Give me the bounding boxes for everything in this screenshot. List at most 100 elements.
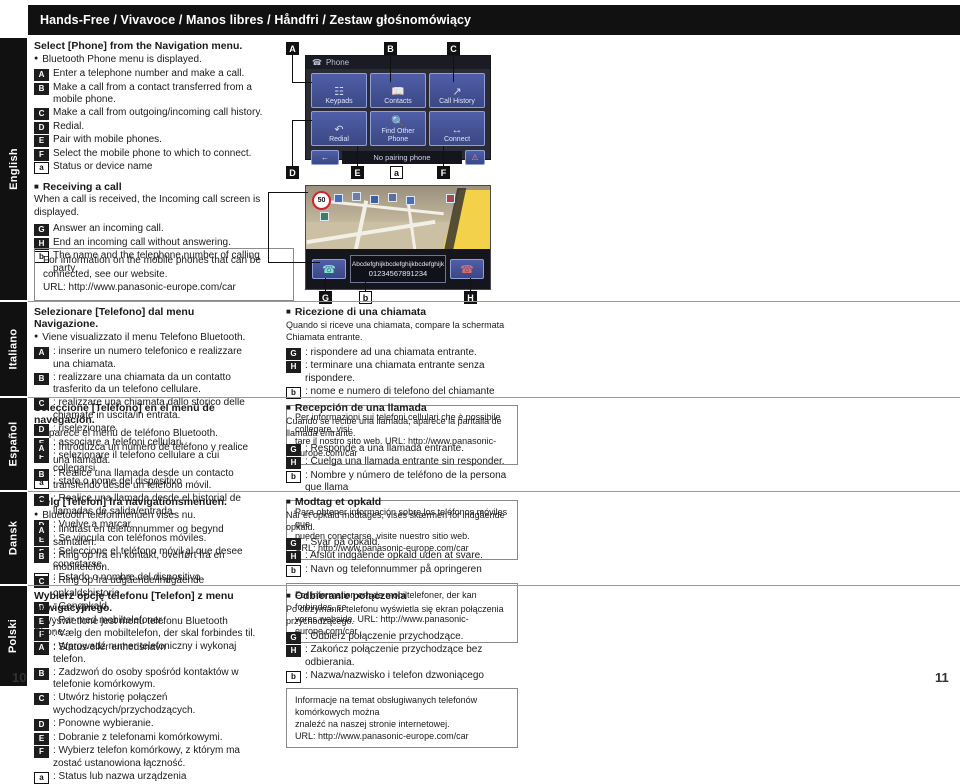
speed-limit-icon: 50 bbox=[312, 191, 331, 210]
key-marker-A: A bbox=[34, 69, 49, 81]
key-list-item: A: inserire un numero telefonico e reali… bbox=[34, 346, 260, 371]
polski-key-list: A: Wprowadź numer telefoniczny i wykonaj… bbox=[34, 641, 260, 784]
key-description: Select the mobile phone to which to conn… bbox=[53, 147, 252, 159]
key-marker-G: G bbox=[286, 537, 301, 550]
map-poi-icon bbox=[334, 194, 343, 203]
device-screen-phone-menu: ☎ Phone ☷ Keypads 📖 Contacts ↗ Call Hist… bbox=[305, 55, 491, 165]
key-marker-G: G bbox=[286, 443, 301, 456]
key-marker-D: D bbox=[34, 719, 49, 732]
key-list-item: B Make a call from a contact transferred … bbox=[34, 82, 284, 107]
caller-name: Abcdefghijkbcdefghijkbcdefghijk bbox=[351, 261, 445, 268]
call-history-button[interactable]: ↗ Call History bbox=[429, 73, 485, 108]
key-marker-H: H bbox=[286, 551, 301, 564]
english-note-lines: For information on the mobile phones tha… bbox=[43, 254, 285, 295]
english-key-list: A Enter a telephone number and make a cal… bbox=[34, 68, 284, 175]
keypads-button[interactable]: ☷ Keypads bbox=[311, 73, 367, 108]
italiano-heading: Selezionare [Telefono] dal menu Navigazi… bbox=[34, 306, 195, 330]
language-tab-italiano: Italiano bbox=[0, 302, 27, 396]
back-arrow-icon[interactable]: ← bbox=[311, 150, 339, 165]
phone-menu-footer: ← No pairing phone ⚠ bbox=[306, 148, 490, 168]
connect-icon: ↔ bbox=[451, 123, 463, 136]
marker-E: E bbox=[351, 166, 364, 179]
warning-icon[interactable]: ⚠ bbox=[465, 150, 485, 165]
key-list-item: B: Ring op fra en kontakt, overført fra … bbox=[34, 550, 260, 575]
language-tab-italiano-label: Italiano bbox=[7, 328, 20, 370]
map-poi-icon bbox=[446, 194, 455, 203]
contacts-book-icon: 📖 bbox=[391, 85, 405, 98]
polski-sub-heading: Odbieranie połączenia bbox=[286, 590, 518, 602]
caller-number: 01234567891234 bbox=[368, 269, 428, 278]
map-poi-icon bbox=[370, 195, 379, 204]
connect-button[interactable]: ↔ Connect bbox=[429, 111, 485, 146]
key-marker-G: G bbox=[286, 631, 301, 644]
connect-button-label: Connect bbox=[443, 135, 471, 143]
phone-screen-icon: ☎ bbox=[312, 58, 322, 67]
key-description: : Afslut indgående opkald uden at svare. bbox=[305, 550, 483, 562]
divider-dansk bbox=[28, 491, 960, 492]
espanol-bullet: Aparece el menú de teléfono Bluetooth. bbox=[34, 428, 260, 439]
english-sub-text: When a call is received, the Incoming ca… bbox=[34, 194, 261, 218]
key-list-item: C: Utwórz historię połączeń wychodzących… bbox=[34, 692, 260, 717]
language-tab-polski-label: Polski bbox=[7, 618, 20, 654]
key-list-item: E: Dobranie z telefonami komórkowymi. bbox=[34, 732, 260, 745]
note-line: Informacje na temat obsługiwanych telefo… bbox=[295, 695, 478, 717]
key-marker-C: C bbox=[34, 108, 49, 121]
espanol-sub-text: Cuando se recibe una llamada, aparece la… bbox=[286, 416, 502, 439]
italiano-bullet: Viene visualizzato il menu Telefono Blue… bbox=[34, 332, 260, 343]
section-polski-left: Wybierz opcję telefonu [Telefon] z menu … bbox=[34, 590, 260, 784]
key-list-item: D Redial. bbox=[34, 121, 284, 134]
leader-line-g bbox=[325, 278, 326, 292]
leader-line-c bbox=[453, 56, 454, 82]
language-tab-espanol: Español bbox=[0, 398, 27, 490]
marker-C: C bbox=[447, 42, 460, 55]
marker-B: B bbox=[384, 42, 397, 55]
key-marker-B: B bbox=[34, 372, 49, 385]
key-list-item: A: Iindtast en telefonnummer og begynd s… bbox=[34, 524, 260, 549]
key-list-item: H : Afslut indgående opkald uden at svare… bbox=[286, 550, 518, 564]
key-list-item: B : Zadzwoń do osoby spośród kontaktów w … bbox=[34, 667, 260, 692]
contacts-button[interactable]: 📖 Contacts bbox=[370, 73, 426, 108]
key-description: : realizzare una chiamata da un contatto… bbox=[53, 371, 231, 396]
key-list-item: H: Zakończ połączenie przychodzące bez o… bbox=[286, 644, 518, 669]
leader-line-h bbox=[470, 278, 471, 292]
note-line: For information on the mobile phones tha… bbox=[43, 255, 261, 266]
key-description: : Zadzwoń do osoby spośród kontaktów w t… bbox=[53, 666, 239, 691]
key-description: : terminare una chiamata entrante senza … bbox=[305, 360, 485, 384]
key-list-item: G: Responde a una llamada entrante. bbox=[286, 443, 518, 456]
dansk-heading: Vælg [Telefon] fra navigationsmenuen. bbox=[34, 496, 227, 508]
map-poi-icon bbox=[352, 192, 361, 201]
key-list-item: A: Introduzca un número de teléfono y re… bbox=[34, 442, 260, 467]
marker-F: F bbox=[437, 166, 450, 179]
english-note-box: For information on the mobile phones tha… bbox=[34, 248, 294, 301]
key-marker-C: C bbox=[34, 576, 49, 589]
key-marker-F: F bbox=[34, 746, 49, 759]
key-list-item: E Pair with mobile phones. bbox=[34, 134, 284, 148]
key-description: Pair with mobile phones. bbox=[53, 134, 162, 146]
divider-italiano bbox=[28, 301, 960, 302]
map-poi-icon bbox=[320, 212, 329, 221]
italiano-sub-heading: Ricezione di una chiamata bbox=[286, 306, 518, 318]
key-description: Enter a telephone number and make a call… bbox=[53, 68, 245, 79]
key-list-item: a: Status lub nazwa urządzenia bbox=[34, 771, 260, 784]
polski-note-lines: Informacje na temat obsługiwanych telefo… bbox=[295, 694, 509, 742]
key-list-item: A Enter a telephone number and make a cal… bbox=[34, 68, 284, 81]
marker-A: A bbox=[286, 42, 299, 55]
end-call-icon[interactable]: ☎ bbox=[450, 259, 484, 279]
map-poi-icon bbox=[406, 196, 415, 205]
find-other-phone-button[interactable]: 🔍 Find Other Phone bbox=[370, 111, 426, 146]
key-marker-C: C bbox=[34, 693, 49, 706]
marker-b: b bbox=[359, 291, 372, 304]
key-marker-E: E bbox=[34, 135, 49, 148]
espanol-heading: Seleccione [Teléfono] en el menú de nave… bbox=[34, 402, 215, 426]
polski-note-box: Informacje na temat obsługiwanych telefo… bbox=[286, 688, 518, 748]
key-marker-B: B bbox=[34, 82, 49, 95]
key-marker-b: b bbox=[286, 671, 301, 683]
key-marker-a: a bbox=[34, 162, 49, 175]
keypad-icon: ☷ bbox=[334, 85, 344, 98]
key-list-item: G: rispondere ad una chiamata entrante. bbox=[286, 347, 518, 360]
marker-G: G bbox=[319, 291, 332, 304]
redial-button[interactable]: ↶ Redial bbox=[311, 111, 367, 146]
key-marker-B: B bbox=[34, 667, 49, 680]
key-marker-A: A bbox=[34, 443, 49, 455]
polski-heading: Wybierz opcję telefonu [Telefon] z menu … bbox=[34, 590, 234, 614]
